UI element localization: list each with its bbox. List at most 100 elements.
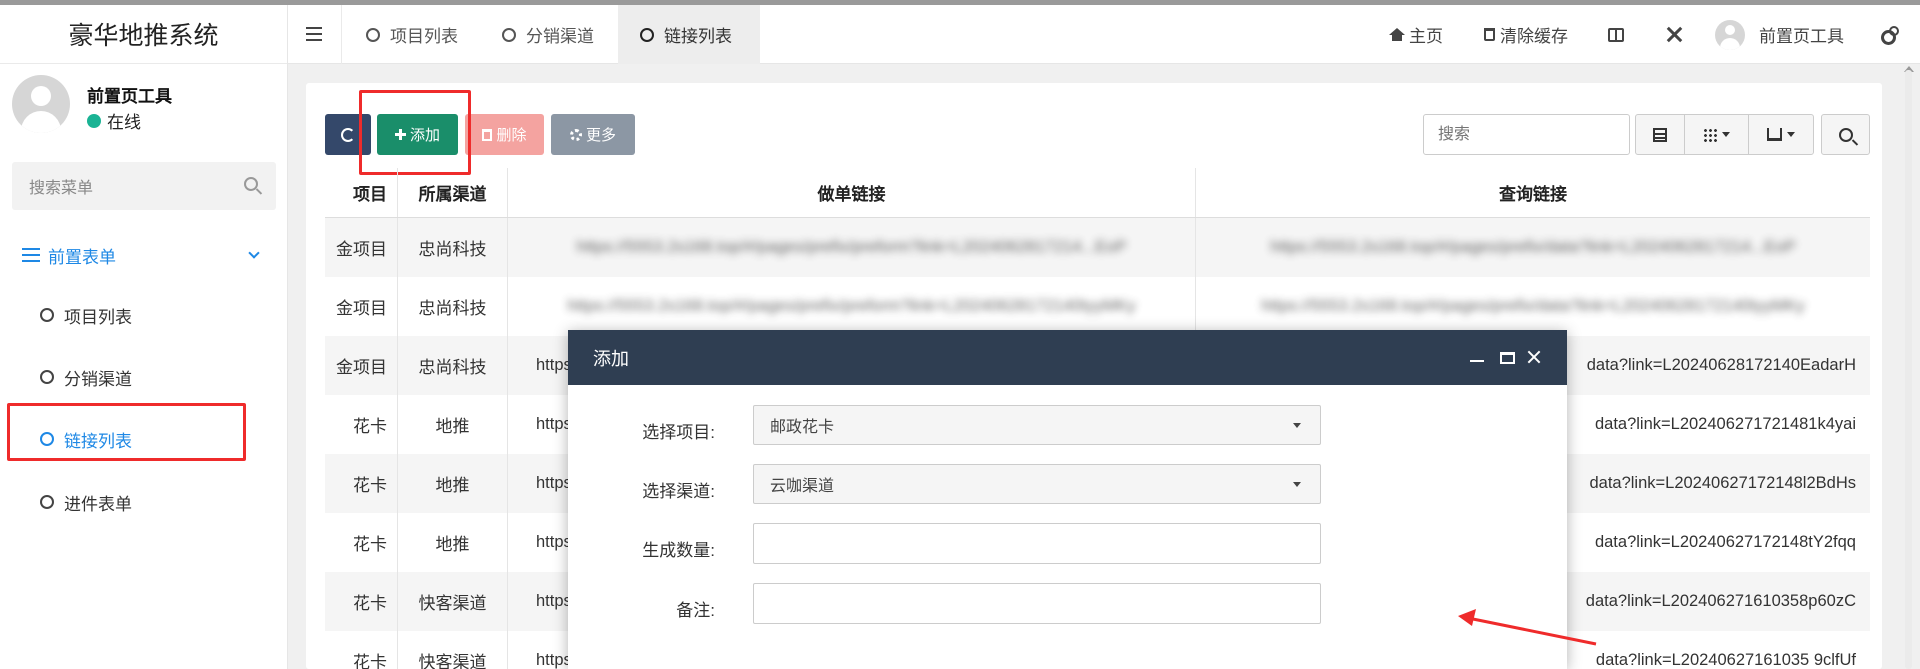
- export-button[interactable]: [1748, 114, 1814, 155]
- gears-icon: [1881, 25, 1899, 45]
- caret-down-icon: [1293, 423, 1301, 428]
- refresh-icon: [341, 127, 355, 142]
- tab-label: 项目列表: [390, 27, 458, 46]
- more-label: 更多: [585, 127, 616, 144]
- cell-channel: 快客渠道: [397, 631, 507, 669]
- sidebar-item-label: 项目列表: [64, 307, 132, 327]
- clear-cache-label: 清除缓存: [1500, 27, 1568, 46]
- cell-project: 花卡: [353, 476, 387, 495]
- link-text: data?link=L20240627161035 9clfUf: [1595, 651, 1856, 669]
- cell-channel: 忠尚科技: [397, 218, 507, 277]
- avatar: [12, 75, 70, 133]
- channel-label: 选择渠道:: [642, 482, 715, 501]
- user-status-text: 在线: [107, 113, 141, 132]
- clear-cache-link[interactable]: 清除缓存: [1484, 5, 1568, 64]
- cell-query-link: https://5553.2s168.top/#/pages/prefix/da…: [1195, 218, 1870, 277]
- circle-icon: [40, 308, 54, 322]
- project-label: 选择项目:: [642, 423, 715, 442]
- link-text: data?link=L20240627172148tY2fqq: [1594, 533, 1856, 551]
- cell-project: 花卡: [353, 594, 387, 613]
- cell-channel: 忠尚科技: [397, 277, 507, 336]
- expand-icon: [1667, 27, 1682, 42]
- sidebar-item-label: 分销渠道: [64, 369, 132, 389]
- link-text: https://5553.2s168.top/#/pages/prefix/da…: [1270, 238, 1796, 256]
- list-icon: [22, 248, 40, 262]
- home-link[interactable]: 主页: [1389, 5, 1443, 64]
- sidebar-item-projects[interactable]: 项目列表: [40, 302, 132, 328]
- home-label: 主页: [1409, 27, 1443, 46]
- caret-down-icon: [1293, 482, 1301, 487]
- link-text: https://5553.2s168.top/#/pages/prefix/pr…: [567, 297, 1136, 315]
- maximize-icon[interactable]: [1500, 352, 1515, 364]
- count-label: 生成数量:: [642, 541, 715, 560]
- trash-icon: [1484, 28, 1495, 41]
- cell-order-link: https://5553.2s168.top/#/pages/prefix/pr…: [507, 277, 1195, 336]
- cell-order-link: https://5553.2s168.top/#/pages/prefix/pr…: [507, 218, 1195, 277]
- user-panel: 前置页工具 在线: [0, 64, 287, 161]
- remark-input[interactable]: [753, 583, 1321, 624]
- annotation-highlight-sidebar: [7, 403, 246, 461]
- minimize-icon[interactable]: [1470, 360, 1484, 362]
- channel-select[interactable]: 云咖渠道: [753, 464, 1321, 504]
- channel-select-value: 云咖渠道: [770, 478, 835, 495]
- col-project[interactable]: 项目: [325, 168, 397, 217]
- avatar: [1715, 19, 1745, 50]
- annotation-highlight-add: [359, 90, 471, 175]
- add-dialog: 添加 选择项目: 邮政花卡 选择渠道: 云咖渠道 生成数量: 备注:: [568, 330, 1567, 669]
- table-row[interactable]: 金项目 忠尚科技 https://5553.2s168.top/#/pages/…: [325, 277, 1870, 336]
- circle-icon: [640, 27, 654, 42]
- tab-label: 链接列表: [664, 27, 732, 46]
- tab-projects[interactable]: 项目列表: [366, 5, 484, 64]
- settings-button[interactable]: [1881, 5, 1899, 64]
- cell-channel: 忠尚科技: [397, 336, 507, 395]
- delete-button[interactable]: 删除: [465, 114, 544, 155]
- tab-links[interactable]: 链接列表: [618, 5, 760, 64]
- circle-icon: [502, 27, 516, 42]
- col-query-link[interactable]: 查询链接: [1195, 168, 1870, 217]
- menu-search-input[interactable]: 搜索菜单: [12, 162, 276, 210]
- cell-project: 金项目: [336, 299, 387, 318]
- dialog-header[interactable]: 添加: [568, 330, 1567, 385]
- cell-project: 花卡: [353, 535, 387, 554]
- gear-icon: [569, 128, 582, 141]
- list-view-icon: [1653, 127, 1667, 142]
- project-select-value: 邮政花卡: [770, 419, 835, 436]
- page-scrollbar[interactable]: [1905, 70, 1912, 669]
- translate-button[interactable]: [1608, 5, 1624, 64]
- cell-channel: 地推: [397, 513, 507, 572]
- col-order-link[interactable]: 做单链接: [507, 168, 1195, 217]
- more-button[interactable]: 更多: [551, 114, 635, 155]
- sidebar-item-label: 进件表单: [64, 494, 132, 514]
- caret-down-icon: [1787, 132, 1795, 137]
- home-icon: [1389, 28, 1405, 41]
- close-icon[interactable]: [1526, 349, 1542, 365]
- grid-icon: [1703, 127, 1717, 142]
- search-icon[interactable]: [244, 177, 258, 191]
- link-text: data?link=L20240627172148l2BdHs: [1589, 474, 1856, 492]
- advanced-search-button[interactable]: [1821, 114, 1870, 155]
- cell-project: 花卡: [353, 653, 387, 669]
- sidebar-group-forms[interactable]: 前置表单: [22, 243, 272, 267]
- project-select[interactable]: 邮政花卡: [753, 405, 1321, 445]
- col-channel[interactable]: 所属渠道: [397, 168, 507, 217]
- menu-search-placeholder: 搜索菜单: [29, 180, 94, 197]
- sidebar-group-label: 前置表单: [48, 247, 116, 267]
- sidebar-item-applications[interactable]: 进件表单: [40, 489, 132, 515]
- table-row[interactable]: 金项目 忠尚科技 https://5553.2s168.top/#/pages/…: [325, 218, 1870, 277]
- fullscreen-button[interactable]: [1667, 5, 1682, 64]
- table-search-input[interactable]: [1423, 114, 1630, 155]
- annotation-arrow-icon: [1458, 609, 1597, 646]
- sidebar-item-channels[interactable]: 分销渠道: [40, 364, 132, 390]
- tab-channels[interactable]: 分销渠道: [502, 5, 620, 64]
- top-nav: 项目列表 分销渠道 链接列表 主页 清除缓存 前置页工具: [288, 5, 1920, 64]
- cell-channel: 快客渠道: [397, 572, 507, 631]
- menu-toggle-icon[interactable]: [306, 27, 322, 41]
- user-menu[interactable]: 前置页工具: [1715, 5, 1844, 64]
- user-name: 前置页工具: [87, 87, 172, 106]
- cell-project: 金项目: [336, 240, 387, 259]
- circle-icon: [366, 27, 380, 42]
- columns-button[interactable]: [1684, 114, 1749, 155]
- count-input[interactable]: [753, 523, 1321, 564]
- caret-down-icon: [1722, 132, 1730, 137]
- toggle-view-button[interactable]: [1635, 114, 1685, 155]
